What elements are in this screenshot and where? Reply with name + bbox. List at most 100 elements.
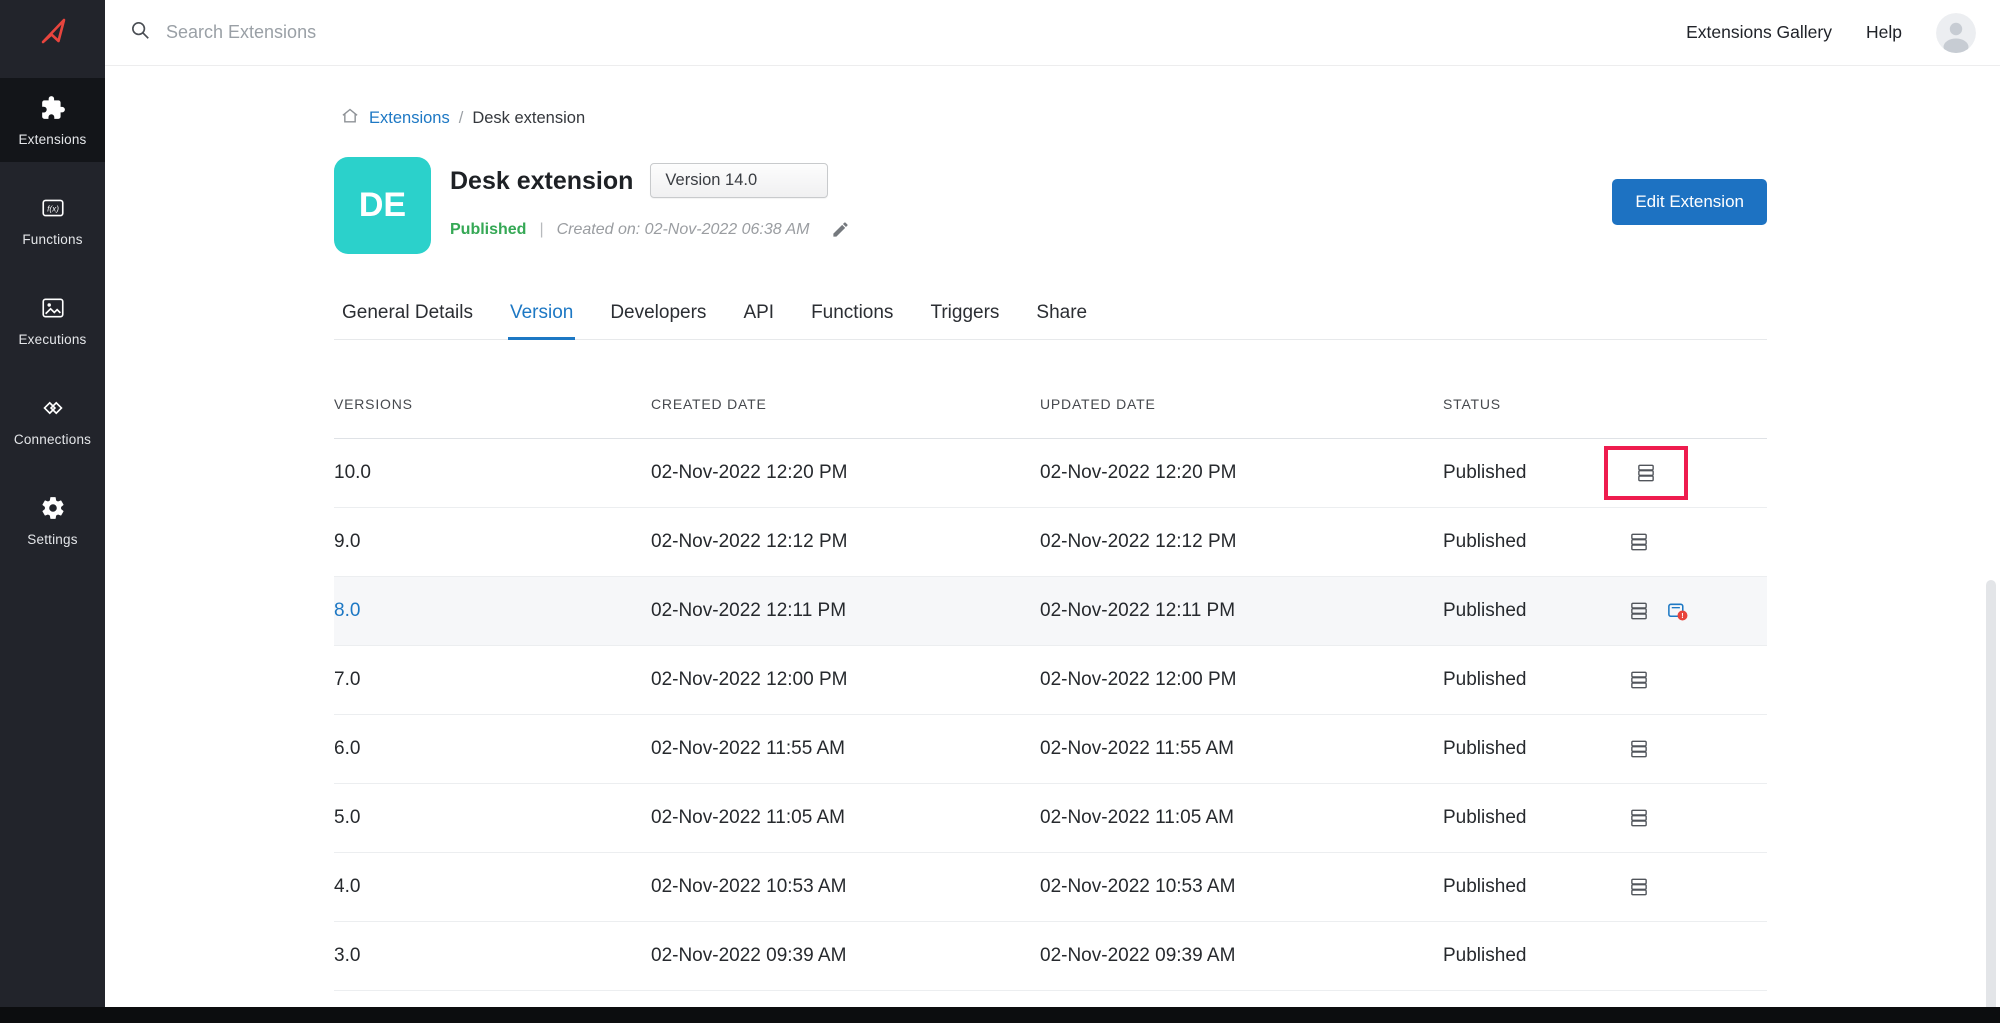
sidebar-item-functions[interactable]: f(x) Functions <box>0 178 105 262</box>
column-header-created: CREATED DATE <box>651 396 1040 412</box>
extension-header: DE Desk extension Version 14.0 Published… <box>334 157 1767 254</box>
status-cell: Published <box>1443 945 1620 967</box>
sidebar-item-label: Executions <box>18 332 86 347</box>
updated-date-cell: 02-Nov-2022 09:39 AM <box>1040 945 1443 967</box>
version-select[interactable]: Version 14.0 <box>650 163 828 198</box>
breadcrumb-separator: / <box>459 109 464 128</box>
column-header-updated: UPDATED DATE <box>1040 396 1443 412</box>
table-row: 6.002-Nov-2022 11:55 AM02-Nov-2022 11:55… <box>334 715 1767 784</box>
tab-developers[interactable]: Developers <box>608 292 708 339</box>
updated-date-cell: 02-Nov-2022 11:05 AM <box>1040 807 1443 829</box>
column-header-versions: VERSIONS <box>334 396 651 412</box>
row-actions <box>1620 738 1767 760</box>
sidebar-item-label: Extensions <box>18 132 86 147</box>
archive-icon[interactable] <box>1628 669 1650 691</box>
created-date-cell: 02-Nov-2022 12:11 PM <box>651 600 1040 622</box>
search-icon <box>129 19 151 46</box>
updated-date-cell: 02-Nov-2022 10:53 AM <box>1040 876 1443 898</box>
table-header: VERSIONS CREATED DATE UPDATED DATE STATU… <box>334 340 1767 439</box>
status-cell: Published <box>1443 600 1620 622</box>
image-icon <box>40 295 66 324</box>
table-row: 5.002-Nov-2022 11:05 AM02-Nov-2022 11:05… <box>334 784 1767 853</box>
status-badge: Published <box>450 221 526 239</box>
svg-text:!: ! <box>1681 611 1683 619</box>
extensions-gallery-link[interactable]: Extensions Gallery <box>1686 22 1832 43</box>
table-row: 3.002-Nov-2022 09:39 AM02-Nov-2022 09:39… <box>334 922 1767 991</box>
update-alert-icon[interactable]: ! <box>1666 600 1689 623</box>
table-row: 4.002-Nov-2022 10:53 AM02-Nov-2022 10:53… <box>334 853 1767 922</box>
help-link[interactable]: Help <box>1866 22 1902 43</box>
version-cell[interactable]: 8.0 <box>334 600 651 622</box>
updated-date-cell: 02-Nov-2022 12:11 PM <box>1040 600 1443 622</box>
edit-pencil-icon[interactable] <box>831 220 850 239</box>
tab-triggers[interactable]: Triggers <box>928 292 1001 339</box>
created-date-cell: 02-Nov-2022 12:20 PM <box>651 462 1040 484</box>
updated-date-cell: 02-Nov-2022 12:20 PM <box>1040 462 1443 484</box>
extension-avatar: DE <box>334 157 431 254</box>
created-date-cell: 02-Nov-2022 12:12 PM <box>651 531 1040 553</box>
topbar: Extensions Gallery Help <box>105 0 2000 66</box>
edit-extension-button[interactable]: Edit Extension <box>1612 179 1767 225</box>
status-cell: Published <box>1443 876 1620 898</box>
vertical-scrollbar[interactable] <box>1986 580 1996 1016</box>
main-area: Extensions / Desk extension DE Desk exte… <box>105 66 2000 1023</box>
sidebar-item-settings[interactable]: Settings <box>0 478 105 562</box>
puzzle-icon <box>40 95 66 124</box>
tab-api[interactable]: API <box>741 292 776 339</box>
search-input[interactable] <box>164 21 684 44</box>
version-cell: 10.0 <box>334 462 651 484</box>
column-header-status: STATUS <box>1443 396 1620 412</box>
created-date-cell: 02-Nov-2022 09:39 AM <box>651 945 1040 967</box>
diamonds-icon <box>40 395 66 424</box>
tabs: General Details Version Developers API Funct… <box>334 292 1767 340</box>
brand-arrow-icon <box>33 11 73 56</box>
user-avatar[interactable] <box>1936 13 1976 53</box>
created-date-cell: 02-Nov-2022 12:00 PM <box>651 669 1040 691</box>
version-cell: 5.0 <box>334 807 651 829</box>
search-bar <box>129 19 1686 46</box>
tab-general-details[interactable]: General Details <box>340 292 475 339</box>
tab-functions[interactable]: Functions <box>809 292 895 339</box>
version-cell: 9.0 <box>334 531 651 553</box>
archive-icon[interactable] <box>1628 531 1650 553</box>
version-cell: 4.0 <box>334 876 651 898</box>
archive-icon[interactable] <box>1628 600 1650 622</box>
row-actions <box>1620 669 1767 691</box>
table-row: 7.002-Nov-2022 12:00 PM02-Nov-2022 12:00… <box>334 646 1767 715</box>
fx-icon: f(x) <box>40 195 66 224</box>
archive-icon[interactable] <box>1628 807 1650 829</box>
status-cell: Published <box>1443 669 1620 691</box>
status-cell: Published <box>1443 462 1620 484</box>
home-icon[interactable] <box>340 106 360 131</box>
app-logo[interactable] <box>0 0 105 66</box>
sidebar-item-label: Connections <box>14 432 91 447</box>
topbar-right: Extensions Gallery Help <box>1686 13 1976 53</box>
sidebar-item-executions[interactable]: Executions <box>0 278 105 362</box>
version-cell: 3.0 <box>334 945 651 967</box>
breadcrumb-current: Desk extension <box>472 109 585 128</box>
archive-icon[interactable] <box>1628 876 1650 898</box>
row-actions: ! <box>1620 600 1767 623</box>
row-actions <box>1620 876 1767 898</box>
sidebar-item-label: Functions <box>22 232 82 247</box>
status-cell: Published <box>1443 738 1620 760</box>
archive-icon[interactable] <box>1628 738 1650 760</box>
highlight-annotation <box>1604 446 1688 500</box>
updated-date-cell: 02-Nov-2022 11:55 AM <box>1040 738 1443 760</box>
bottom-edge <box>0 1007 2000 1023</box>
created-date-cell: 02-Nov-2022 10:53 AM <box>651 876 1040 898</box>
sidebar-item-connections[interactable]: Connections <box>0 378 105 462</box>
gear-icon <box>40 495 66 524</box>
sidebar-nav: Extensions f(x) Functions Executions Con… <box>0 78 105 578</box>
version-cell: 6.0 <box>334 738 651 760</box>
updated-date-cell: 02-Nov-2022 12:00 PM <box>1040 669 1443 691</box>
updated-date-cell: 02-Nov-2022 12:12 PM <box>1040 531 1443 553</box>
tab-version[interactable]: Version <box>508 292 575 340</box>
tab-share[interactable]: Share <box>1034 292 1089 339</box>
breadcrumb-root[interactable]: Extensions <box>369 109 450 128</box>
sidebar-item-extensions[interactable]: Extensions <box>0 78 105 162</box>
archive-icon[interactable] <box>1635 462 1657 484</box>
versions-table: 10.002-Nov-2022 12:20 PM02-Nov-2022 12:2… <box>334 439 1767 991</box>
page-title: Desk extension <box>450 166 633 196</box>
status-cell: Published <box>1443 807 1620 829</box>
